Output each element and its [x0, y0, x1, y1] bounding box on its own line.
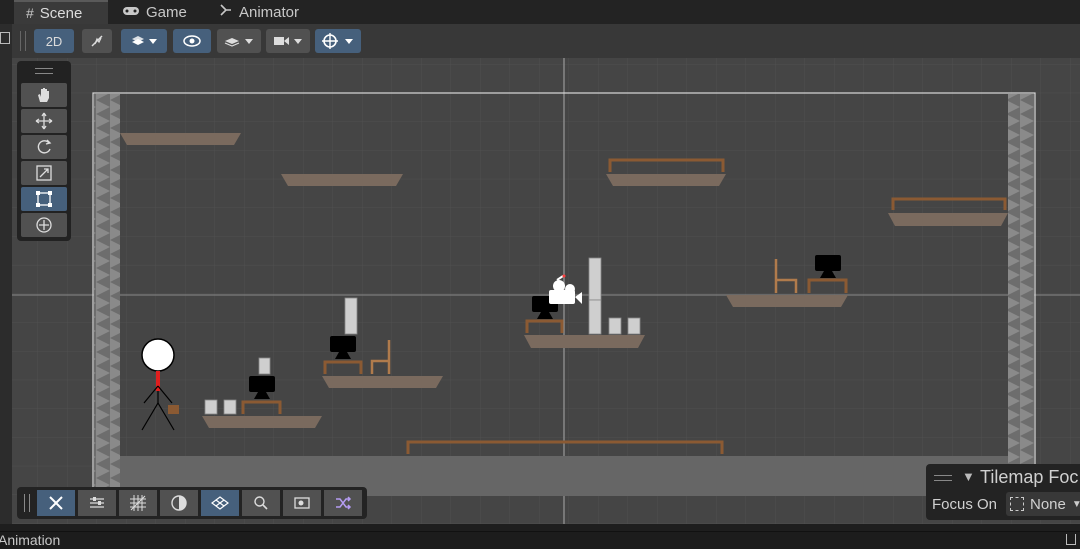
toolbar-grip — [20, 31, 26, 51]
hash-icon: # — [26, 5, 34, 21]
scene-canvas — [12, 58, 1080, 524]
lighting-toggle-button[interactable] — [82, 29, 112, 53]
visibility-toggle-button[interactable] — [173, 29, 211, 53]
properties-icon — [90, 497, 104, 508]
tools-overlay — [17, 61, 71, 241]
rotate-icon — [37, 139, 52, 154]
gizmo-layers-button[interactable] — [121, 29, 167, 53]
2d-label: 2D — [45, 33, 63, 49]
tools-overlay-button[interactable] — [37, 490, 75, 516]
panel-grip[interactable] — [35, 68, 53, 74]
scale-tool-button[interactable] — [21, 161, 67, 185]
tab-animator-label: Animator — [239, 3, 300, 21]
tools-icon — [49, 496, 63, 510]
tab-scene-label: Scene — [39, 4, 83, 22]
tab-game-label: Game — [146, 3, 187, 21]
gizmo-icon — [322, 33, 353, 49]
collapse-triangle-icon[interactable]: ▼ — [962, 469, 975, 484]
grid-icon — [211, 496, 229, 510]
rect-icon — [36, 191, 52, 207]
hand-tool-button[interactable] — [21, 83, 67, 107]
tilemap-grip[interactable] — [934, 475, 952, 481]
status-bar: Animation — [0, 531, 1080, 549]
shuffle-icon — [336, 496, 352, 510]
camera-preview-button[interactable] — [283, 490, 321, 516]
rotate-tool-button[interactable] — [21, 135, 67, 159]
scene-viewport[interactable] — [12, 58, 1080, 524]
tab-bar: # Scene Game Animator — [0, 0, 1080, 24]
grid-snap-button[interactable] — [119, 490, 157, 516]
lock-icon[interactable] — [1066, 534, 1076, 545]
lighting-off-icon — [91, 35, 103, 47]
left-wall — [94, 94, 120, 496]
hand-icon — [38, 88, 49, 102]
camera-preview-icon — [294, 497, 310, 509]
layers-icon — [224, 38, 253, 47]
eye-icon — [183, 35, 201, 47]
panel-icon — [0, 32, 10, 44]
scale-icon — [36, 165, 52, 181]
overlay-grip[interactable] — [24, 494, 30, 512]
video-camera-icon — [274, 37, 302, 45]
layers-dropdown-button[interactable] — [217, 29, 261, 53]
grid-snap-icon — [130, 495, 146, 511]
layers-add-icon — [132, 36, 157, 45]
shading-icon — [171, 495, 187, 511]
move-icon — [35, 112, 53, 130]
shuffle-button[interactable] — [324, 490, 362, 516]
shading-button[interactable] — [160, 490, 198, 516]
tab-animator[interactable]: Animator — [219, 0, 319, 24]
right-wall — [1008, 94, 1034, 496]
move-tool-button[interactable] — [21, 109, 67, 133]
gizmos-dropdown-button[interactable] — [315, 29, 361, 53]
tilemap-focus-overlay: ▼ Tilemap Foc Focus On None ▼ — [926, 464, 1080, 520]
2d-toggle-button[interactable]: 2D — [34, 29, 74, 53]
focus-on-label: Focus On — [932, 496, 998, 513]
dropdown-arrow-icon: ▼ — [1071, 498, 1080, 510]
grid-visibility-button[interactable] — [201, 490, 239, 516]
selection-box-icon — [1010, 497, 1024, 511]
gamepad-icon — [122, 4, 140, 21]
transform-icon — [36, 217, 52, 233]
search-icon — [254, 496, 268, 510]
overlay-toolbar — [17, 487, 367, 519]
tool-settings-button[interactable] — [78, 490, 116, 516]
camera-dropdown-button[interactable] — [266, 29, 310, 53]
animator-icon — [219, 3, 233, 21]
tab-game[interactable]: Game — [122, 0, 202, 24]
tab-scene[interactable]: # Scene — [14, 0, 108, 24]
focus-value: None — [1030, 495, 1066, 513]
focus-dropdown[interactable]: None ▼ — [1006, 492, 1080, 516]
rect-tool-button[interactable] — [21, 187, 67, 211]
tilemap-title: Tilemap Foc — [980, 467, 1079, 487]
search-button[interactable] — [242, 490, 280, 516]
transform-tool-button[interactable] — [21, 213, 67, 237]
animation-tab-label[interactable]: Animation — [0, 532, 60, 548]
scene-toolbar: 2D — [12, 24, 1080, 58]
